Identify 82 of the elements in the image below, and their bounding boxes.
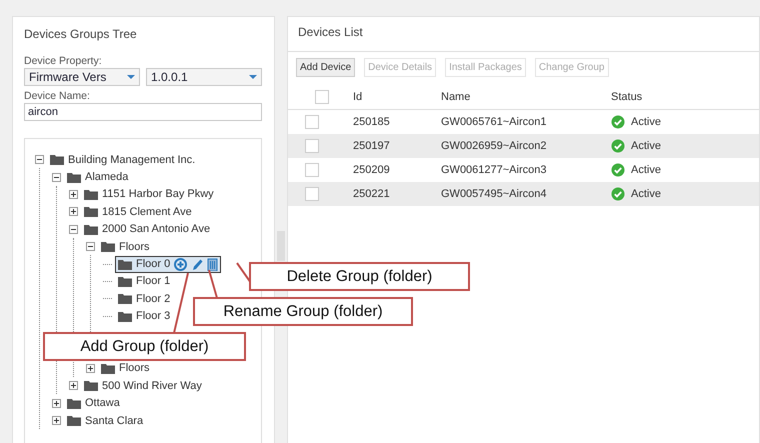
- toolbar-button[interactable]: Add Device: [296, 58, 356, 77]
- callout-label: Delete Group (folder): [249, 262, 470, 291]
- expand-icon[interactable]: [52, 398, 61, 408]
- check-circle-icon: [611, 163, 625, 177]
- folder-icon: [118, 293, 132, 304]
- row-checkbox[interactable]: [305, 139, 319, 153]
- tree-item[interactable]: Floor 3: [115, 308, 174, 324]
- tree-item[interactable]: Alameda: [64, 169, 132, 186]
- table-cell-text: 250197: [353, 140, 391, 152]
- folder-icon: [67, 415, 81, 426]
- trash-icon[interactable]: [207, 258, 218, 271]
- check-circle-icon: [611, 139, 625, 153]
- collapse-icon[interactable]: [86, 242, 95, 252]
- table-cell-text: GW0026959~Aircon2: [441, 140, 548, 152]
- column-header: Name: [441, 91, 472, 103]
- table-cell-text: GW0061277~Aircon3: [441, 164, 548, 176]
- callout-label: Add Group (folder): [43, 332, 246, 361]
- leader-line: [173, 272, 189, 334]
- collapse-icon[interactable]: [52, 172, 61, 182]
- table-row[interactable]: 250209 GW0061277~Aircon3 Active: [288, 158, 759, 182]
- tree-item[interactable]: Santa Clara: [64, 412, 146, 429]
- row-checkbox[interactable]: [305, 187, 319, 201]
- device-name-field[interactable]: aircon: [24, 103, 262, 121]
- edit-icon[interactable]: [191, 258, 204, 271]
- tree-item[interactable]: Floors: [98, 238, 153, 255]
- table-cell-text: GW0057495~Aircon4: [441, 188, 548, 200]
- status-text: Active: [631, 164, 661, 176]
- table-cell-text: 250185: [353, 116, 391, 128]
- callout-label: Rename Group (folder): [193, 297, 413, 326]
- expand-icon[interactable]: [69, 381, 78, 390]
- table-cell-text: 250221: [353, 188, 391, 200]
- tree-item[interactable]: Building Management Inc.: [47, 152, 198, 168]
- value-dropdown[interactable]: 1.0.0.1: [146, 68, 262, 86]
- collapse-icon[interactable]: [69, 224, 78, 234]
- field-label: Device Property:: [24, 55, 103, 67]
- column-header: Id: [353, 91, 364, 103]
- table-row[interactable]: 250197 GW0026959~Aircon2 Active: [288, 134, 759, 158]
- tree-item[interactable]: 1151 Harbor Bay Pkwy: [81, 186, 217, 202]
- expand-icon[interactable]: [69, 190, 78, 199]
- leader-line: [236, 262, 252, 284]
- column-header: Status: [611, 91, 644, 103]
- folder-icon: [84, 206, 98, 218]
- tree-item[interactable]: Floor 2: [115, 290, 174, 307]
- folder-icon: [84, 224, 98, 235]
- property-dropdown[interactable]: Firmware Vers: [24, 68, 140, 86]
- expand-icon[interactable]: [86, 364, 95, 373]
- tree-item[interactable]: 500 Wind River Way: [81, 378, 205, 394]
- tree-item[interactable]: Floor 1: [115, 273, 174, 290]
- table-cell-text: 250209: [353, 164, 391, 176]
- panel-title: Devices Groups Tree: [24, 26, 138, 43]
- check-circle-icon: [611, 115, 625, 129]
- check-circle-icon: [611, 187, 625, 201]
- tree-item[interactable]: Floors: [98, 360, 153, 376]
- add-icon[interactable]: [174, 258, 188, 271]
- field-label: Device Name:: [24, 90, 91, 102]
- tree-item[interactable]: Ottawa: [64, 395, 123, 412]
- status-text: Active: [631, 116, 661, 128]
- tree-item[interactable]: 2000 San Antonio Ave: [81, 221, 214, 238]
- row-checkbox[interactable]: [305, 163, 319, 177]
- table-row[interactable]: 250221 GW0057495~Aircon4 Active: [288, 182, 759, 206]
- folder-icon: [84, 188, 98, 200]
- folder-icon: [50, 154, 64, 166]
- collapse-icon[interactable]: [35, 155, 44, 164]
- tree-item[interactable]: Floor 0: [115, 256, 222, 273]
- folder-icon: [101, 241, 115, 252]
- status-text: Active: [631, 188, 661, 200]
- folder-icon: [67, 172, 81, 183]
- folder-icon: [84, 380, 98, 392]
- folder-icon: [118, 310, 132, 322]
- status-text: Active: [631, 140, 661, 152]
- table-cell-text: GW0065761~Aircon1: [441, 116, 548, 128]
- folder-icon: [67, 398, 81, 409]
- row-checkbox[interactable]: [305, 115, 319, 129]
- expand-icon[interactable]: [52, 416, 61, 426]
- leader-line: [208, 269, 218, 299]
- folder-icon: [118, 258, 132, 270]
- expand-icon[interactable]: [69, 207, 78, 216]
- tree-item[interactable]: 1815 Clement Ave: [81, 204, 195, 220]
- panel-title: Devices List: [297, 24, 364, 41]
- select-all-checkbox[interactable]: [315, 90, 329, 104]
- table-row[interactable]: 250185 GW0065761~Aircon1 Active: [288, 110, 759, 134]
- folder-icon: [118, 276, 132, 287]
